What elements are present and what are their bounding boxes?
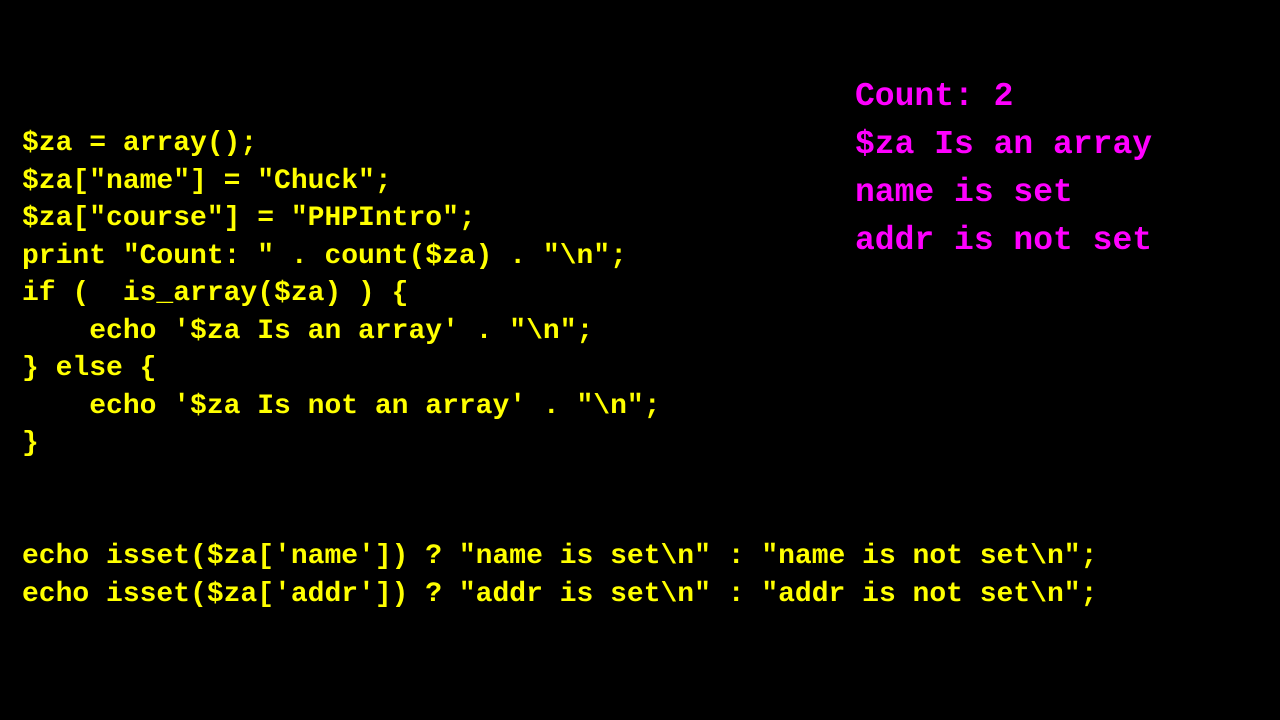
php-code-lower: echo isset($za['name']) ? "name is set\n… [22, 538, 1097, 613]
program-output: Count: 2 $za Is an array name is set add… [855, 73, 1152, 265]
php-code-upper: $za = array(); $za["name"] = "Chuck"; $z… [22, 125, 661, 463]
